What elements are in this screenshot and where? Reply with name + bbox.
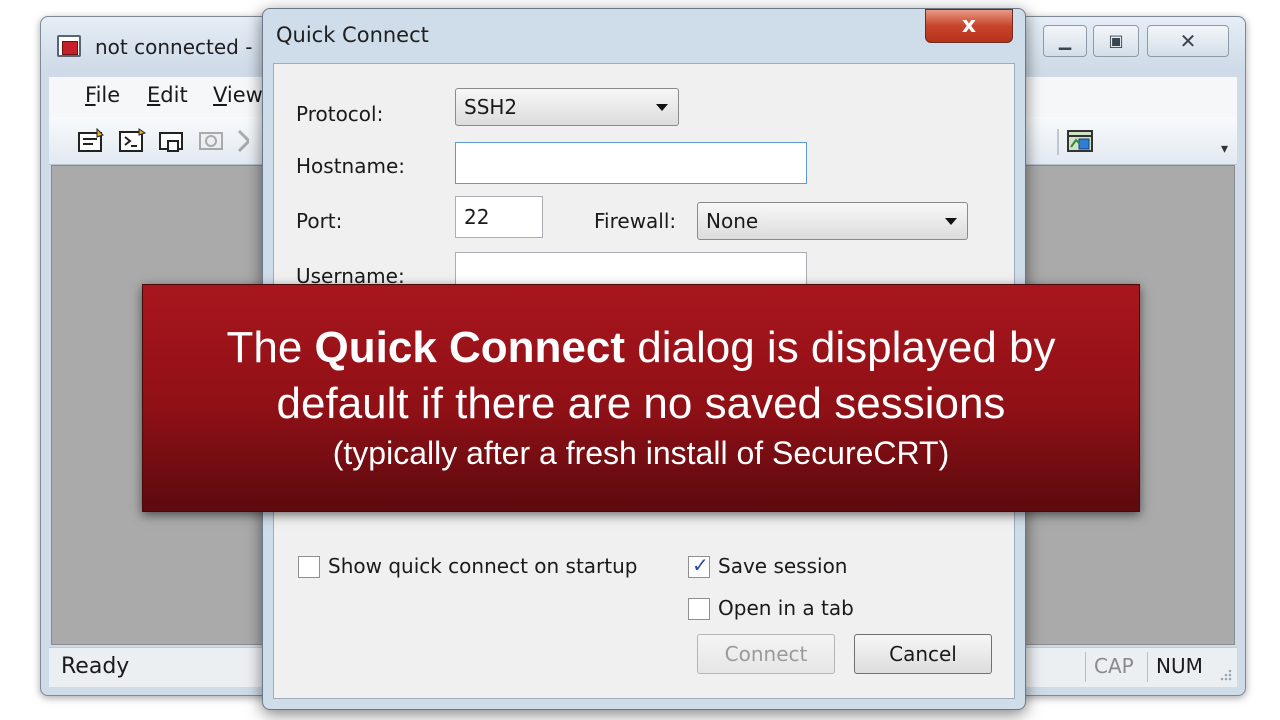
close-button[interactable]: ✕ <box>1147 25 1229 57</box>
toolbar-overflow-icon[interactable]: ▾ <box>1221 141 1228 157</box>
close-icon: ✕ <box>1179 29 1197 53</box>
menu-edit-accel: E <box>147 83 161 107</box>
firewall-value: None <box>706 209 759 233</box>
checkbox-box[interactable] <box>298 556 320 578</box>
main-window-title: not connected - <box>95 35 253 59</box>
disconnect-icon[interactable] <box>235 127 249 155</box>
checkmark-icon: ✓ <box>692 553 709 577</box>
dialog-title: Quick Connect <box>276 23 429 47</box>
toolbar-separator <box>1057 129 1059 155</box>
menu-file-label: ile <box>95 83 121 107</box>
app-icon <box>57 35 81 57</box>
firewall-select[interactable]: None <box>697 202 968 240</box>
show-quick-connect-checkbox[interactable]: Show quick connect on startup <box>298 554 638 582</box>
port-label: Port: <box>296 209 343 233</box>
caption-banner: The Quick Connect dialog is displayed by… <box>142 284 1140 512</box>
minimize-button[interactable]: ▁ <box>1043 25 1087 57</box>
reconnect-icon[interactable] <box>197 127 227 155</box>
menu-view-accel: V <box>213 83 227 107</box>
close-icon: x <box>961 13 977 38</box>
caps-lock-indicator: CAP <box>1085 652 1142 682</box>
dialog-titlebar: Quick Connect x <box>263 9 1025 63</box>
connect-button[interactable]: Connect <box>697 634 835 674</box>
caption-line-3: (typically after a fresh install of Secu… <box>332 435 950 471</box>
caption-bold: Quick Connect <box>314 323 626 372</box>
hostname-input[interactable] <box>455 142 807 184</box>
menu-view[interactable]: View <box>213 83 263 107</box>
port-input[interactable] <box>455 196 543 238</box>
minimize-icon: ▁ <box>1058 31 1072 50</box>
connect-icon[interactable] <box>77 127 107 155</box>
checkbox-box[interactable]: ✓ <box>688 553 710 578</box>
chevron-down-icon <box>945 218 957 225</box>
session-options-icon[interactable] <box>1065 127 1095 155</box>
connect-in-tab-icon[interactable] <box>157 127 187 155</box>
quick-connect-icon[interactable] <box>117 127 147 155</box>
screen: not connected - ▁ ▣ ✕ File Edit View ▾ R… <box>0 0 1280 720</box>
menu-edit-label: dit <box>160 83 188 107</box>
protocol-value: SSH2 <box>464 95 518 119</box>
menu-view-label: iew <box>226 83 263 107</box>
save-session-label: Save session <box>718 554 848 578</box>
protocol-select[interactable]: SSH2 <box>455 88 679 126</box>
open-in-tab-label: Open in a tab <box>718 596 854 620</box>
save-session-checkbox[interactable]: ✓ Save session <box>688 553 858 582</box>
hostname-label: Hostname: <box>296 154 405 178</box>
dialog-close-button[interactable]: x <box>925 9 1013 43</box>
protocol-label: Protocol: <box>296 102 384 126</box>
checkbox-box[interactable] <box>688 598 710 620</box>
status-text: Ready <box>61 654 130 679</box>
menu-edit[interactable]: Edit <box>147 83 188 107</box>
firewall-label: Firewall: <box>594 209 677 233</box>
maximize-button[interactable]: ▣ <box>1093 25 1139 57</box>
menu-file[interactable]: File <box>85 83 120 107</box>
resize-grip-icon[interactable] <box>1217 666 1233 682</box>
caption-prefix: The <box>226 323 315 372</box>
caption-line-1: The Quick Connect dialog is displayed by <box>143 321 1139 375</box>
maximize-icon: ▣ <box>1108 31 1124 50</box>
show-quick-connect-label: Show quick connect on startup <box>328 554 638 578</box>
menu-file-accel: F <box>85 83 96 107</box>
caption-suffix: dialog is displayed by <box>625 323 1056 372</box>
cancel-button[interactable]: Cancel <box>854 634 992 674</box>
open-in-tab-checkbox[interactable]: Open in a tab <box>688 596 858 624</box>
num-lock-indicator: NUM <box>1147 652 1211 682</box>
caption-line-2: default if there are no saved sessions <box>276 379 1006 428</box>
chevron-down-icon <box>656 104 668 111</box>
